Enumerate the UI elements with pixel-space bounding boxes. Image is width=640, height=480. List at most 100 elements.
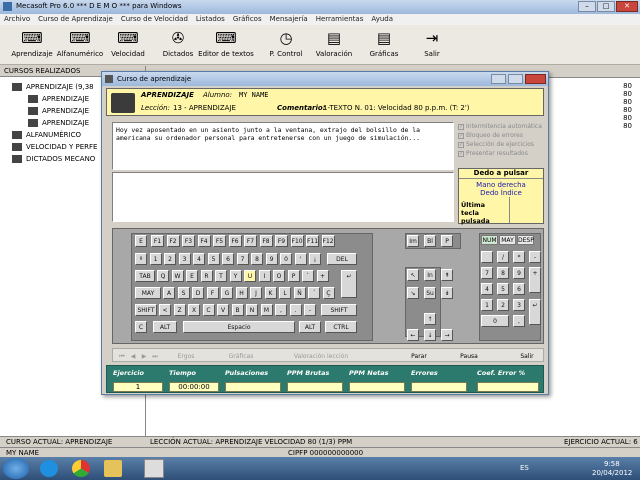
key-x[interactable]: X: [188, 304, 200, 316]
key-[interactable]: -: [304, 304, 316, 316]
salir-button[interactable]: Salir: [517, 351, 537, 363]
key-[interactable]: ,: [275, 304, 287, 316]
key-v[interactable]: V: [217, 304, 229, 316]
key-[interactable]: ←: [407, 329, 419, 341]
key-7[interactable]: 7: [236, 253, 249, 265]
checkbox[interactable]: ✓: [458, 123, 464, 130]
key-j[interactable]: J: [250, 287, 262, 299]
key-1[interactable]: 1: [481, 299, 493, 311]
checkbox[interactable]: ✓: [458, 141, 464, 148]
key-i[interactable]: I: [258, 270, 271, 282]
key-[interactable]: º: [135, 253, 147, 265]
option-3[interactable]: ✓ Presentar resultados: [458, 149, 544, 158]
checkbox[interactable]: ✓: [458, 132, 464, 139]
key-[interactable]: ↵: [341, 270, 357, 298]
key-[interactable]: →: [441, 329, 453, 341]
key-s[interactable]: S: [177, 287, 190, 299]
typing-area[interactable]: [112, 172, 454, 222]
key-u[interactable]: U: [244, 270, 256, 282]
key-7[interactable]: 7: [481, 267, 493, 279]
key-t[interactable]: T: [215, 270, 227, 282]
key-r[interactable]: R: [200, 270, 213, 282]
key-d[interactable]: D: [192, 287, 204, 299]
key-2[interactable]: 2: [497, 299, 509, 311]
key-m[interactable]: M: [260, 304, 273, 316]
key-5[interactable]: 5: [497, 283, 509, 295]
menu-item-3[interactable]: Listados: [196, 14, 225, 25]
key-f2[interactable]: F2: [166, 235, 180, 247]
key-[interactable]: ↵: [529, 299, 541, 325]
key-[interactable]: +: [316, 270, 329, 282]
maximize-button[interactable]: □: [597, 1, 615, 12]
key-im[interactable]: Im: [407, 235, 419, 247]
key-w[interactable]: W: [171, 270, 184, 282]
key-alt[interactable]: ALT: [299, 321, 321, 333]
nav-prev-icon[interactable]: ◀: [128, 351, 138, 363]
key-e[interactable]: E: [186, 270, 198, 282]
key-shift[interactable]: SHIFT: [135, 304, 157, 316]
key-3[interactable]: 3: [178, 253, 191, 265]
toolbar-button-2[interactable]: ⌨ Velocidad: [100, 27, 156, 63]
key-[interactable]: -: [529, 251, 541, 263]
key-[interactable]: Ç: [322, 287, 335, 299]
key-6[interactable]: 6: [222, 253, 234, 265]
key-[interactable]: `: [302, 270, 314, 282]
key-[interactable]: ↖: [407, 269, 419, 281]
mecasoft-task-icon[interactable]: [144, 459, 164, 478]
key-blank[interactable]: [481, 251, 493, 263]
dialog-maximize-button[interactable]: [508, 74, 523, 84]
key-espacio[interactable]: Espacio: [183, 321, 295, 333]
key-p[interactable]: P: [287, 270, 300, 282]
option-2[interactable]: ✓ Selección de ejercicios: [458, 140, 544, 149]
toolbar-button-4[interactable]: ⌨ Editor de textos: [198, 27, 254, 63]
key-[interactable]: +: [529, 267, 541, 293]
key-3[interactable]: 3: [513, 299, 525, 311]
key-4[interactable]: 4: [481, 283, 493, 295]
key-c[interactable]: C: [202, 304, 215, 316]
key-0[interactable]: 0: [280, 253, 292, 265]
key-in[interactable]: In: [424, 269, 436, 281]
dialog-close-button[interactable]: [525, 74, 546, 84]
explorer-icon[interactable]: [104, 460, 122, 477]
key-[interactable]: ↓: [424, 329, 436, 341]
key-h[interactable]: H: [235, 287, 248, 299]
key-alt[interactable]: ALT: [153, 321, 177, 333]
key-ñ[interactable]: Ñ: [293, 287, 306, 299]
minimize-button[interactable]: –: [578, 1, 596, 12]
key-y[interactable]: Y: [229, 270, 242, 282]
key-q[interactable]: Q: [157, 270, 169, 282]
ergos-button[interactable]: Ergos: [173, 351, 199, 363]
key-k[interactable]: K: [264, 287, 277, 299]
key-0[interactable]: 0: [481, 315, 509, 327]
key-[interactable]: ': [294, 253, 307, 265]
key-[interactable]: ¡: [309, 253, 321, 265]
key-g[interactable]: G: [221, 287, 233, 299]
key-may[interactable]: MAY: [135, 287, 161, 299]
nav-first-icon[interactable]: ⏮: [117, 351, 127, 363]
key-shift[interactable]: SHIFT: [321, 304, 357, 316]
chrome-icon[interactable]: [72, 460, 90, 477]
menu-item-5[interactable]: Mensajería: [270, 14, 308, 25]
menu-item-4[interactable]: Gráficos: [233, 14, 262, 25]
key-a[interactable]: A: [163, 287, 175, 299]
key-[interactable]: ,: [513, 315, 525, 327]
option-1[interactable]: ✓ Bloqueo de errores: [458, 131, 544, 140]
key-f8[interactable]: F8: [259, 235, 273, 247]
close-button[interactable]: ✕: [616, 1, 638, 12]
key-f9[interactable]: F9: [275, 235, 288, 247]
key-n[interactable]: N: [246, 304, 258, 316]
key-[interactable]: <: [159, 304, 171, 316]
key-del[interactable]: DEL: [327, 253, 357, 265]
key-9[interactable]: 9: [513, 267, 525, 279]
toolbar-button-8[interactable]: ⇥ Salir: [404, 27, 460, 63]
key-f1[interactable]: F1: [151, 235, 164, 247]
pausa-button[interactable]: Pausa: [457, 351, 481, 363]
menu-item-2[interactable]: Curso de Velocidad: [121, 14, 188, 25]
key-[interactable]: ↑: [424, 313, 436, 325]
key-p[interactable]: P: [441, 235, 453, 247]
graficas-button[interactable]: Gráficas: [221, 351, 261, 363]
nav-last-icon[interactable]: ⏭: [150, 351, 160, 363]
key-[interactable]: *: [513, 251, 525, 263]
key-f4[interactable]: F4: [197, 235, 211, 247]
key-z[interactable]: Z: [173, 304, 186, 316]
